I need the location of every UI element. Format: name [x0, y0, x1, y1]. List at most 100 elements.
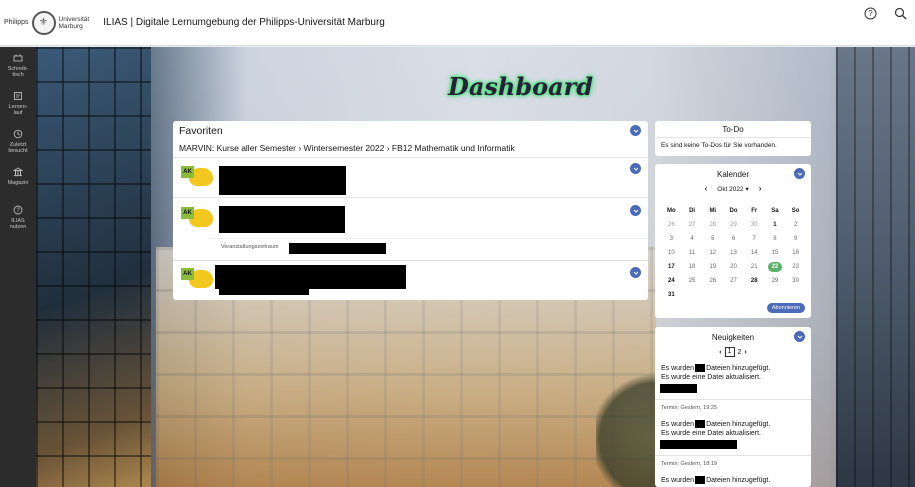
day-cell[interactable]: 27	[682, 222, 703, 228]
day-cell[interactable]: 5	[702, 236, 723, 242]
weekday-label: Mi	[709, 208, 717, 214]
week-row: 17 18 19 20 21 22 23	[661, 260, 806, 274]
day-cell[interactable]: 2	[785, 222, 806, 228]
prev-month-button[interactable]: ‹	[705, 184, 708, 193]
favorites-collapse-button[interactable]	[630, 125, 641, 136]
day-cell[interactable]: 28	[744, 278, 765, 284]
day-cell[interactable]: 11	[682, 250, 703, 256]
day-cell[interactable]: 7	[744, 236, 765, 242]
day-cell[interactable]: 1	[765, 222, 786, 228]
day-cell[interactable]: 3	[661, 236, 682, 242]
news-pagination: ‹ 1 2 ›	[655, 347, 811, 357]
logo-city: Marburg	[58, 22, 83, 30]
day-cell[interactable]: 16	[785, 250, 806, 256]
day-cell[interactable]: 30	[785, 278, 806, 284]
calendar-panel: Kalender ‹ Okt 2022 ▾ › Mo Di Mi Do Fr S…	[655, 164, 811, 318]
news-collapse-button[interactable]	[794, 331, 805, 342]
university-logo[interactable]: Philipps ⚜ Universität Marburg	[4, 3, 89, 43]
day-cell[interactable]: 23	[785, 264, 806, 270]
favorites-panel: Favoriten MARVIN: Kurse aller Semester ›…	[173, 121, 648, 300]
desk-icon	[13, 54, 23, 62]
svg-text:?: ?	[868, 9, 873, 18]
day-cell[interactable]: 27	[723, 278, 744, 284]
search-icon[interactable]	[893, 6, 907, 20]
day-cell[interactable]: 6	[723, 236, 744, 242]
day-cell[interactable]: 19	[702, 264, 723, 270]
day-cell[interactable]: 28	[702, 222, 723, 228]
sidebar-item-label: Lernen- lauf	[8, 104, 28, 116]
repository-icon	[13, 167, 23, 177]
logo-name: Philipps	[4, 18, 29, 26]
item-actions-button[interactable]	[630, 205, 641, 216]
glass-facade-right	[836, 47, 915, 487]
sidebar-item-help[interactable]: ? ILIAS nutzen	[0, 199, 36, 237]
item-actions-button[interactable]	[630, 163, 641, 174]
news-panel: Neuigkeiten ‹ 1 2 › Es wurden Dateien hin…	[655, 327, 811, 487]
today-cell[interactable]: 22	[765, 262, 786, 272]
breadcrumb[interactable]: MARVIN: Kurse aller Semester › Wintersem…	[179, 143, 515, 153]
sidebar-item-repository[interactable]: Magazin	[0, 161, 36, 199]
help-icon: ?	[13, 205, 23, 215]
favorites-title: Favoriten	[179, 125, 223, 137]
day-cell[interactable]: 25	[682, 278, 703, 284]
redacted-course-name	[660, 440, 737, 449]
sidebar-item-label: ILIAS nutzen	[9, 218, 27, 230]
next-page-button[interactable]: ›	[744, 349, 746, 356]
calendar-collapse-button[interactable]	[794, 168, 805, 179]
day-cell[interactable]: 26	[661, 222, 682, 228]
day-cell[interactable]: 14	[744, 250, 765, 256]
day-cell[interactable]: 12	[702, 250, 723, 256]
top-header: Philipps ⚜ Universität Marburg ILIAS | D…	[0, 0, 915, 46]
day-cell[interactable]: 26	[702, 278, 723, 284]
redacted-count	[695, 364, 706, 373]
day-cell[interactable]: 9	[785, 236, 806, 242]
sidebar-item-desk[interactable]: Schreib- tisch	[0, 47, 36, 85]
day-cell[interactable]: 18	[682, 264, 703, 270]
sidebar-item-learning[interactable]: Lernen- lauf	[0, 85, 36, 123]
day-cell[interactable]: 8	[765, 236, 786, 242]
day-cell[interactable]: 21	[744, 264, 765, 270]
day-cell[interactable]: 20	[723, 264, 744, 270]
sidebar-item-label: Zuletzt besucht	[8, 142, 28, 154]
chevron-down-icon	[797, 172, 802, 176]
current-page[interactable]: 1	[724, 347, 735, 357]
day-cell[interactable]: 17	[661, 264, 682, 270]
week-row: 3 4 5 6 7 8 9	[661, 232, 806, 246]
app-title: ILIAS | Digitale Lernumgebung der Philip…	[103, 17, 385, 28]
course-icon: AK	[181, 268, 213, 290]
subscribe-button[interactable]: Abonnieren	[766, 303, 805, 313]
day-cell[interactable]: 29	[765, 278, 786, 284]
page-link[interactable]: 2	[738, 349, 742, 356]
news-title: Neuigkeiten	[711, 333, 755, 342]
day-cell[interactable]: 29	[723, 222, 744, 228]
chevron-down-icon	[633, 167, 638, 171]
redacted-course-title[interactable]	[219, 166, 346, 195]
next-month-button[interactable]: ›	[759, 184, 762, 193]
news-item[interactable]: Es wurden Dateien hinzugefügt.	[661, 476, 770, 485]
day-cell[interactable]: 10	[661, 250, 682, 256]
item-actions-button[interactable]	[630, 267, 641, 278]
day-cell[interactable]: 13	[723, 250, 744, 256]
news-item[interactable]: Es wurden Dateien hinzugefügt. Es wurde e…	[661, 364, 770, 382]
chevron-down-icon	[633, 129, 638, 133]
help-circle-icon[interactable]: ?	[863, 6, 877, 20]
day-cell[interactable]: 4	[682, 236, 703, 242]
weekday-label: Sa	[771, 208, 779, 214]
weekday-label: So	[791, 208, 800, 214]
redacted-course-title[interactable]	[215, 265, 406, 289]
sidebar-item-history[interactable]: Zuletzt besucht	[0, 123, 36, 161]
course-icon: AK	[181, 207, 213, 229]
day-cell[interactable]: 31	[661, 292, 682, 298]
day-cell[interactable]: 24	[661, 278, 682, 284]
month-select[interactable]: Okt 2022 ▾	[717, 185, 748, 193]
week-row: 26 27 28 29 30 1 2	[661, 218, 806, 232]
day-cell[interactable]: 30	[744, 222, 765, 228]
day-cell[interactable]: 15	[765, 250, 786, 256]
logo-university: Universität	[58, 15, 90, 23]
course-icon: AK	[181, 166, 213, 188]
prev-page-button[interactable]: ‹	[719, 349, 721, 356]
redacted-course-title[interactable]	[219, 206, 345, 233]
page-title: Dashboard	[448, 72, 594, 101]
news-item[interactable]: Es wurden Dateien hinzugefügt. Es wurde e…	[661, 420, 770, 438]
chevron-down-icon	[633, 271, 638, 275]
